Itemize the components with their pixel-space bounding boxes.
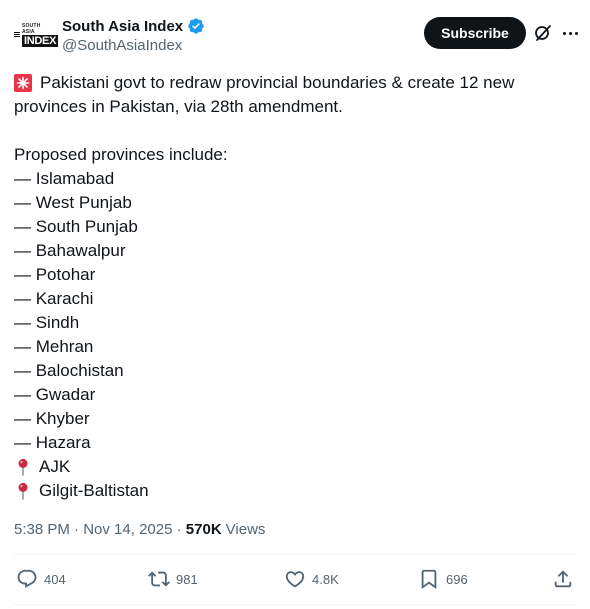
province-name: — West Punjab bbox=[14, 193, 132, 212]
post-time[interactable]: 5:38 PM bbox=[14, 521, 70, 538]
post-line-text: provinces in Pakistan, via 28th amendmen… bbox=[14, 97, 343, 116]
action-bar: 404 981 4.8K 696 bbox=[14, 566, 576, 592]
verified-badge-icon[interactable] bbox=[187, 17, 205, 35]
views-count[interactable]: 570K bbox=[186, 521, 222, 538]
meta-separator: · bbox=[172, 520, 186, 538]
reply-button[interactable]: 404 bbox=[16, 566, 66, 592]
more-dot bbox=[562, 31, 566, 35]
province-name: — Sindh bbox=[14, 313, 80, 332]
siren-icon bbox=[14, 74, 32, 92]
views-label: Views bbox=[225, 520, 266, 538]
post-line-text: Pakistani govt to redraw provincial boun… bbox=[40, 73, 515, 92]
grok-icon[interactable] bbox=[533, 23, 553, 43]
province-item: AJK bbox=[14, 455, 574, 479]
province-name: Gilgit-Baltistan bbox=[39, 481, 149, 500]
province-name: — Hazara bbox=[14, 433, 91, 452]
post-line: Pakistani govt to redraw provincial boun… bbox=[14, 71, 574, 95]
bookmark-icon bbox=[421, 569, 437, 590]
like-count: 4.8K bbox=[312, 571, 339, 587]
post-line: Proposed provinces include: bbox=[14, 143, 574, 167]
province-name: — Mehran bbox=[14, 337, 94, 356]
reply-icon bbox=[17, 569, 37, 588]
like-button[interactable]: 4.8K bbox=[284, 566, 339, 592]
avatar-logo-top: SOUTH ASIA bbox=[22, 23, 41, 35]
repost-icon bbox=[148, 571, 170, 587]
province-item: — South Punjab bbox=[14, 215, 574, 239]
province-item: — Sindh bbox=[14, 311, 574, 335]
post-line-text: Proposed provinces include: bbox=[14, 145, 228, 164]
repost-count: 981 bbox=[176, 571, 198, 587]
province-item: — Potohar bbox=[14, 263, 574, 287]
province-name: — Islamabad bbox=[14, 169, 115, 188]
province-item: — Islamabad bbox=[14, 167, 574, 191]
bookmark-button[interactable]: 696 bbox=[418, 566, 468, 592]
tweet: SOUTH ASIA INDEX South Asia Index @South… bbox=[0, 0, 590, 609]
more-dot bbox=[568, 31, 572, 35]
reply-count: 404 bbox=[44, 571, 66, 587]
post-line: provinces in Pakistan, via 28th amendmen… bbox=[14, 95, 574, 119]
province-name: — Khyber bbox=[14, 409, 90, 428]
round-pushpin-icon bbox=[18, 482, 28, 500]
province-name: — Karachi bbox=[14, 289, 94, 308]
province-item: — Karachi bbox=[14, 287, 574, 311]
province-name: — Bahawalpur bbox=[14, 241, 126, 260]
bookmark-count: 696 bbox=[446, 571, 468, 587]
post-date[interactable]: Nov 14, 2025 bbox=[83, 521, 172, 538]
province-name: AJK bbox=[39, 457, 71, 476]
heart-icon bbox=[285, 571, 305, 588]
province-item: — Hazara bbox=[14, 431, 574, 455]
post-text: Pakistani govt to redraw provincial boun… bbox=[14, 71, 574, 503]
avatar-logo-mark bbox=[14, 31, 20, 37]
province-item: — West Punjab bbox=[14, 191, 574, 215]
province-item: — Mehran bbox=[14, 335, 574, 359]
repost-button[interactable]: 981 bbox=[148, 566, 198, 592]
province-name: — Gwadar bbox=[14, 385, 96, 404]
author-handle[interactable]: @SouthAsiaIndex bbox=[62, 37, 205, 54]
share-button[interactable] bbox=[552, 566, 574, 592]
avatar[interactable]: SOUTH ASIA INDEX bbox=[14, 23, 59, 47]
subscribe-button[interactable]: Subscribe bbox=[424, 17, 526, 49]
avatar-logo-main: INDEX bbox=[22, 35, 59, 47]
province-item: — Khyber bbox=[14, 407, 574, 431]
meta-separator: · bbox=[69, 520, 84, 538]
province-item: Gilgit-Baltistan bbox=[14, 479, 574, 503]
more-dot bbox=[574, 31, 578, 35]
province-item: — Gwadar bbox=[14, 383, 574, 407]
more-icon[interactable] bbox=[559, 23, 581, 43]
author-block: South Asia Index @SouthAsiaIndex bbox=[62, 16, 205, 54]
province-item: — Bahawalpur bbox=[14, 239, 574, 263]
province-name: — Potohar bbox=[14, 265, 96, 284]
province-name: — Balochistan bbox=[14, 361, 124, 380]
round-pushpin-icon bbox=[18, 458, 28, 476]
province-name: — South Punjab bbox=[14, 217, 138, 236]
share-icon bbox=[554, 570, 572, 588]
divider bbox=[14, 554, 576, 555]
post-meta: 5:38 PM · Nov 14, 2025 · 570K Views bbox=[14, 519, 265, 539]
divider bbox=[14, 604, 576, 605]
province-item: — Balochistan bbox=[14, 359, 574, 383]
author-name[interactable]: South Asia Index bbox=[62, 18, 183, 35]
